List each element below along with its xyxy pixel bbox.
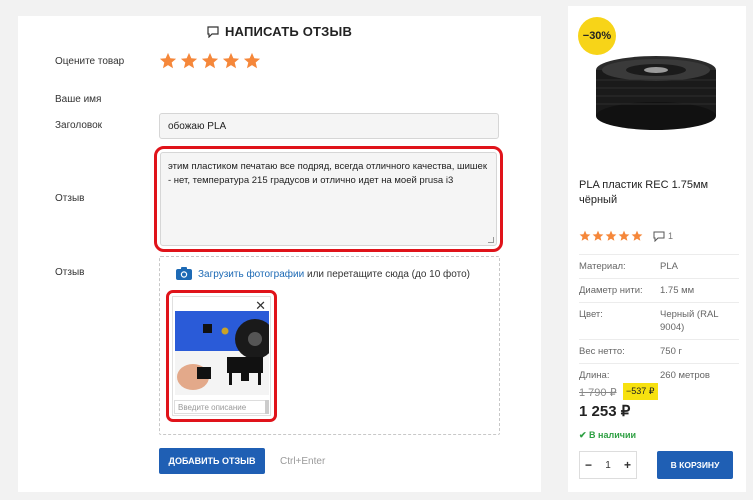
star-icon [592, 230, 604, 241]
spec-row: Материал: PLA [579, 254, 739, 278]
star-icon[interactable] [201, 52, 219, 70]
title-label: Заголовок [55, 120, 103, 131]
uploaded-photo [175, 311, 269, 395]
star-icon[interactable] [159, 52, 177, 70]
title-input[interactable]: обожаю PLA [159, 113, 499, 139]
upload-hint: или перетащите сюда (до 10 фото) [304, 269, 470, 280]
quantity-decrease-button[interactable]: − [585, 458, 592, 472]
upload-photos-link[interactable]: Загрузить фотографии [198, 269, 304, 280]
product-name[interactable]: PLA пластик REC 1.75мм чёрный [579, 178, 739, 208]
star-icon [631, 230, 643, 241]
spec-value: 260 метров [660, 370, 710, 381]
rating-stars[interactable] [159, 52, 261, 70]
star-icon [605, 230, 617, 241]
spec-key: Вес нетто: [579, 346, 625, 357]
product-card: −30% PLA пластик REC 1.75мм чёрный 1 Мат… [568, 6, 746, 492]
current-price: 1 253 ₽ [579, 403, 631, 420]
quantity-value[interactable]: 1 [605, 460, 611, 471]
product-rating: 1 [579, 230, 673, 242]
spec-key: Цвет: [579, 309, 603, 320]
spec-value: PLA [660, 261, 678, 272]
star-icon[interactable] [222, 52, 240, 70]
submit-shortcut-hint: Ctrl+Enter [280, 456, 326, 467]
price-discount-badge: −537 ₽ [623, 383, 658, 400]
photo-thumbnail-card: ✕ Введите описание [172, 296, 271, 416]
comments-count: 1 [668, 231, 674, 241]
review-text: этим пластиком печатаю все подряд, всегд… [168, 161, 487, 186]
star-icon[interactable] [180, 52, 198, 70]
spec-value: Черный (RAL 9004) [660, 309, 719, 333]
rating-label: Оцените товар [55, 56, 125, 67]
spec-row: Длина: 260 метров [579, 363, 739, 387]
review-form-title-text: НАПИСАТЬ ОТЗЫВ [224, 24, 353, 39]
review-label: Отзыв [55, 193, 85, 204]
add-to-cart-button[interactable]: В КОРЗИНУ [657, 451, 733, 479]
photo-description-input[interactable]: Введите описание [174, 400, 267, 414]
spec-key: Материал: [579, 261, 626, 272]
stock-status: ✔ В наличии [579, 430, 637, 440]
old-price: 1 790 ₽ [579, 387, 617, 399]
star-icon [618, 230, 630, 241]
upload-line: Загрузить фотографии или перетащите сюда… [176, 267, 470, 283]
product-specs: Материал: PLA Диаметр нити: 1.75 мм Цвет… [579, 254, 739, 387]
review-form-title: НАПИСАТЬ ОТЗЫВ [18, 24, 541, 41]
photo-upload-zone[interactable]: Загрузить фотографии или перетащите сюда… [159, 256, 500, 435]
spec-row: Диаметр нити: 1.75 мм [579, 278, 739, 302]
review-form: НАПИСАТЬ ОТЗЫВ Оцените товар Ваше имя За… [18, 16, 541, 492]
name-label: Ваше имя [55, 94, 102, 105]
quantity-increase-button[interactable]: + [624, 458, 631, 472]
camera-icon [176, 267, 192, 283]
comments-count-link[interactable]: 1 [653, 231, 673, 242]
spec-value: 1.75 мм [660, 285, 695, 296]
star-icon[interactable] [243, 52, 261, 70]
review-textarea[interactable]: этим пластиком печатаю все подряд, всегд… [160, 152, 497, 246]
spec-value: 750 г [660, 346, 682, 357]
spec-key: Длина: [579, 370, 610, 381]
photo-highlight: ✕ Введите описание [166, 290, 277, 422]
comment-icon [653, 231, 665, 242]
star-icon [579, 230, 591, 241]
resize-handle-icon[interactable] [488, 237, 494, 243]
review-text-highlight: этим пластиком печатаю все подряд, всегд… [154, 146, 503, 252]
page: НАПИСАТЬ ОТЗЫВ Оцените товар Ваше имя За… [0, 0, 753, 500]
spec-row: Цвет: Черный (RAL 9004) [579, 302, 739, 339]
photo-label: Отзыв [55, 267, 85, 278]
spec-row: Вес нетто: 750 г [579, 339, 739, 363]
description-scrollbar[interactable] [265, 400, 269, 414]
spec-key: Диаметр нити: [579, 285, 643, 296]
chat-icon [207, 26, 219, 41]
quantity-stepper: − 1 + [579, 451, 637, 479]
product-image[interactable] [590, 50, 722, 134]
submit-review-button[interactable]: ДОБАВИТЬ ОТЗЫВ [159, 448, 265, 474]
